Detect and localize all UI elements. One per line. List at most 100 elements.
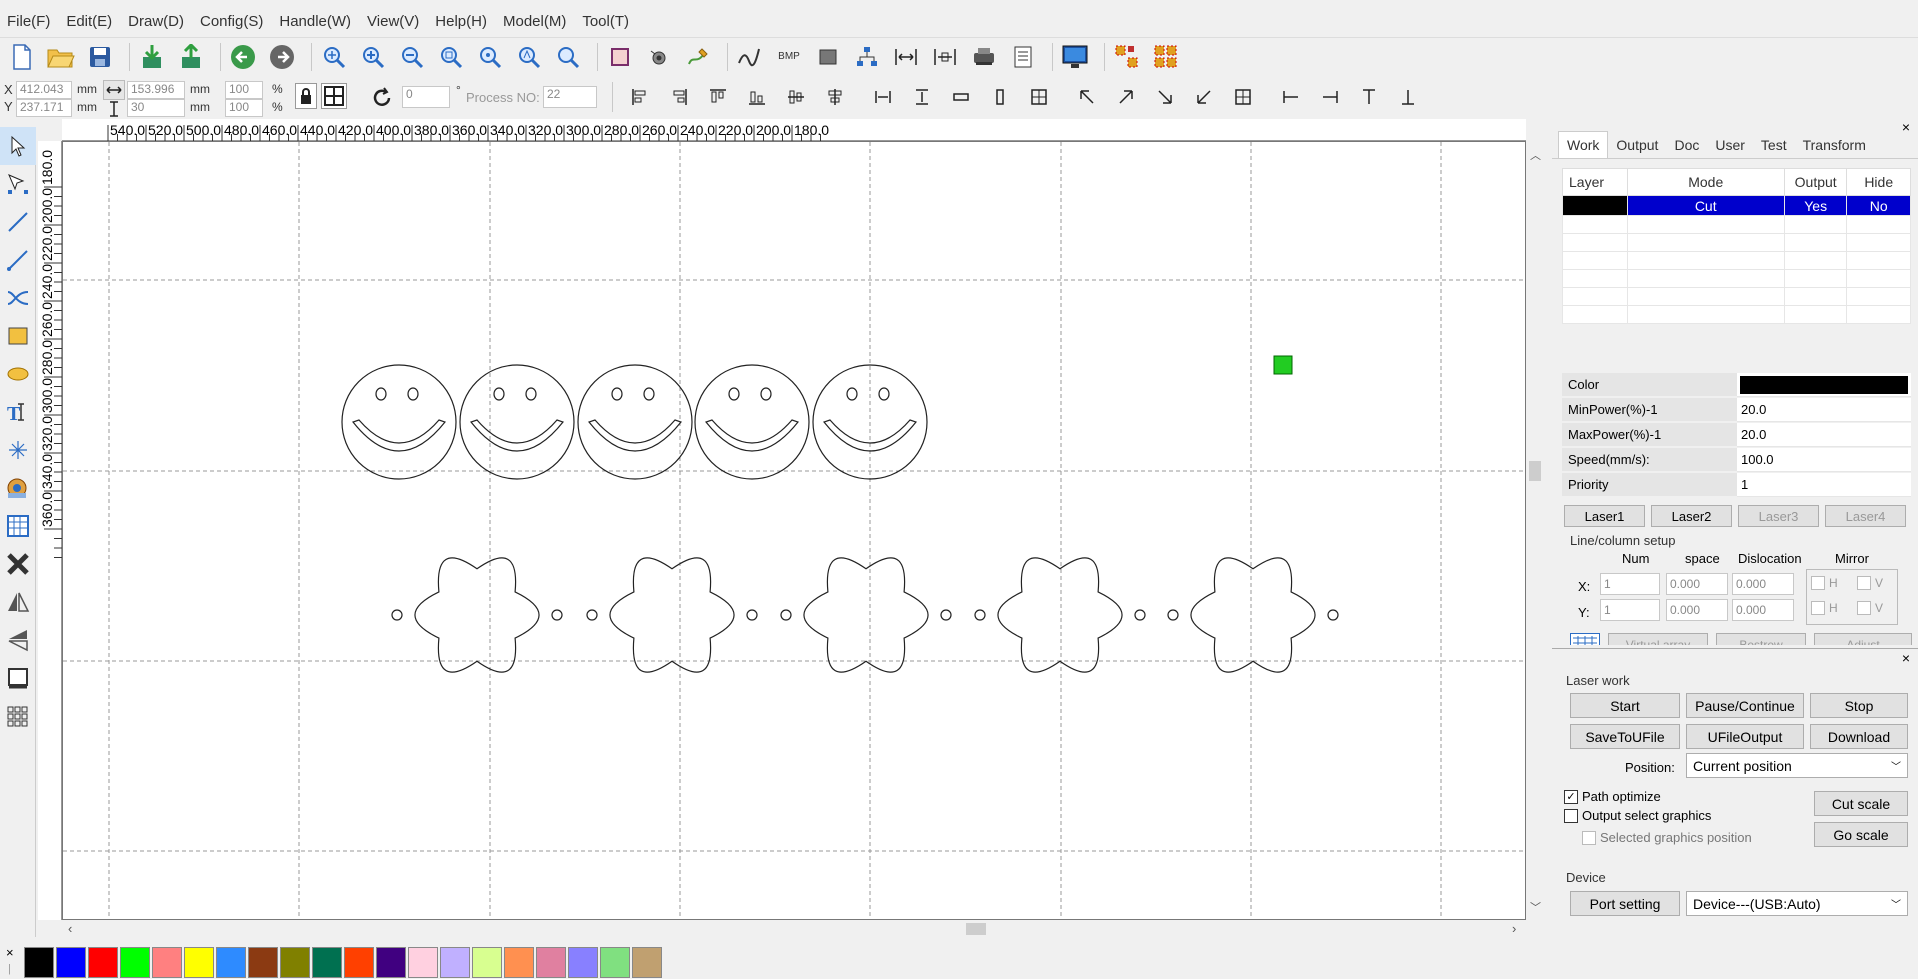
position-select[interactable]: Current position ﹀ (1686, 753, 1908, 778)
export-icon[interactable] (175, 41, 207, 73)
scale-y-input[interactable]: 100 (225, 99, 263, 117)
grid-array-icon[interactable] (0, 507, 36, 545)
tab-transform[interactable]: Transform (1795, 132, 1874, 158)
same-width-icon[interactable] (945, 85, 977, 109)
smiley-face[interactable] (694, 364, 810, 480)
stop-button[interactable]: Stop (1810, 693, 1908, 718)
selected-position-checkbox[interactable]: Selected graphics position (1582, 830, 1752, 845)
menu-handle[interactable]: Handle(W) (271, 13, 359, 30)
color-swatch[interactable] (88, 946, 118, 978)
mirror-y-h[interactable]: H (1811, 601, 1838, 615)
array-y-space-input[interactable]: 0.000 (1666, 599, 1728, 621)
scale-x-input[interactable]: 100 (225, 81, 263, 99)
corner-bottom-right-icon[interactable] (1149, 85, 1181, 109)
import-icon[interactable] (136, 41, 168, 73)
rectangle-fill-icon[interactable] (812, 41, 844, 73)
color-swatch[interactable] (376, 946, 406, 978)
move-left-icon[interactable] (1275, 85, 1307, 109)
menu-view[interactable]: View(V) (359, 13, 427, 30)
flower-shape[interactable] (391, 557, 563, 673)
height-icon[interactable] (103, 100, 125, 118)
menu-tool[interactable]: Tool(T) (574, 13, 637, 30)
delete-icon[interactable] (0, 545, 36, 583)
zoom-select-icon[interactable] (318, 41, 350, 73)
same-height-icon[interactable] (984, 85, 1016, 109)
array-grid-icon[interactable] (0, 697, 36, 735)
align-left-icon[interactable] (624, 85, 656, 109)
camera-capture-icon[interactable] (0, 469, 36, 507)
array-select-icon[interactable] (1111, 41, 1143, 73)
color-swatch[interactable] (120, 946, 150, 978)
mirror-x-v[interactable]: V (1857, 576, 1883, 590)
color-swatch[interactable] (24, 946, 54, 978)
prop-speed-value[interactable]: 100.0 (1737, 447, 1911, 472)
port-setting-button[interactable]: Port setting (1570, 891, 1680, 916)
color-swatch[interactable] (248, 946, 278, 978)
origin-marker[interactable] (1273, 355, 1293, 375)
go-scale-button[interactable]: Go scale (1814, 822, 1908, 847)
polyline-icon[interactable] (0, 241, 36, 279)
layer-row[interactable]: Cut Yes No (1562, 195, 1911, 216)
color-swatch[interactable] (600, 946, 630, 978)
pen-icon[interactable] (682, 41, 714, 73)
cut-scale-button[interactable]: Cut scale (1814, 791, 1908, 816)
scroll-up-icon[interactable]: ︿ (1530, 147, 1541, 163)
color-swatch[interactable] (536, 946, 566, 978)
machine-icon[interactable] (968, 41, 1000, 73)
mirror-y-v[interactable]: V (1857, 601, 1883, 615)
corner-bottom-left-icon[interactable] (1188, 85, 1220, 109)
layer-hide-cell[interactable]: No (1846, 195, 1911, 216)
array-x-dislocation-input[interactable]: 0.000 (1732, 573, 1794, 595)
bestrew-button[interactable]: Bestrew (1716, 633, 1806, 645)
corner-top-left-icon[interactable] (1071, 85, 1103, 109)
distribute-h-icon[interactable] (890, 41, 922, 73)
line-icon[interactable] (0, 203, 36, 241)
bmp-icon[interactable]: BMP (773, 41, 805, 73)
flower-shape[interactable] (1167, 557, 1339, 673)
scroll-right-icon[interactable]: › (1512, 921, 1516, 936)
scroll-left-icon[interactable]: ‹ (68, 921, 72, 936)
flower-shape[interactable] (780, 557, 952, 673)
color-swatch[interactable] (344, 946, 374, 978)
open-folder-icon[interactable] (45, 41, 77, 73)
array-x-space-input[interactable]: 0.000 (1666, 573, 1728, 595)
tab-output[interactable]: Output (1608, 132, 1666, 158)
laser-panel-close-icon[interactable]: × (1902, 650, 1910, 666)
tab-user[interactable]: User (1707, 132, 1753, 158)
color-swatch[interactable] (440, 946, 470, 978)
menu-config[interactable]: Config(S) (192, 13, 271, 30)
scroll-thumb[interactable] (1529, 461, 1541, 481)
space-h-icon[interactable] (867, 85, 899, 109)
document-list-icon[interactable] (1007, 41, 1039, 73)
zoom-real-icon[interactable] (513, 41, 545, 73)
space-v-icon[interactable] (906, 85, 938, 109)
array-y-num-input[interactable]: 1 (1600, 599, 1660, 621)
color-swatch[interactable] (472, 946, 502, 978)
curve-icon[interactable] (734, 41, 766, 73)
center-align-icon[interactable] (1227, 85, 1259, 109)
laser4-button[interactable]: Laser4 (1825, 505, 1906, 527)
ufile-output-button[interactable]: UFileOutput (1686, 724, 1804, 749)
ellipse-icon[interactable] (0, 355, 36, 393)
lock-ratio-icon[interactable] (295, 83, 317, 109)
flower-shape[interactable] (586, 557, 758, 673)
move-top-icon[interactable] (1353, 85, 1385, 109)
pause-continue-button[interactable]: Pause/Continue (1686, 693, 1804, 718)
redo-icon[interactable] (266, 41, 298, 73)
text-icon[interactable]: T (0, 393, 36, 431)
tab-doc[interactable]: Doc (1666, 132, 1707, 158)
frame-cut-icon[interactable] (0, 659, 36, 697)
menu-edit[interactable]: Edit(E) (58, 13, 120, 30)
mirror-v-icon[interactable] (0, 621, 36, 659)
adjust-button[interactable]: Adjust (1814, 633, 1912, 645)
zoom-window-icon[interactable] (552, 41, 584, 73)
path-optimize-checkbox[interactable]: ✓ Path optimize (1564, 789, 1661, 804)
layer-output-cell[interactable]: Yes (1783, 195, 1848, 216)
move-right-icon[interactable] (1314, 85, 1346, 109)
same-size-icon[interactable] (1023, 85, 1055, 109)
smiley-face[interactable] (577, 364, 693, 480)
new-file-icon[interactable] (6, 41, 38, 73)
save-to-ufile-button[interactable]: SaveToUFile (1570, 724, 1680, 749)
menu-help[interactable]: Help(H) (427, 13, 495, 30)
mirror-h-icon[interactable] (0, 583, 36, 621)
